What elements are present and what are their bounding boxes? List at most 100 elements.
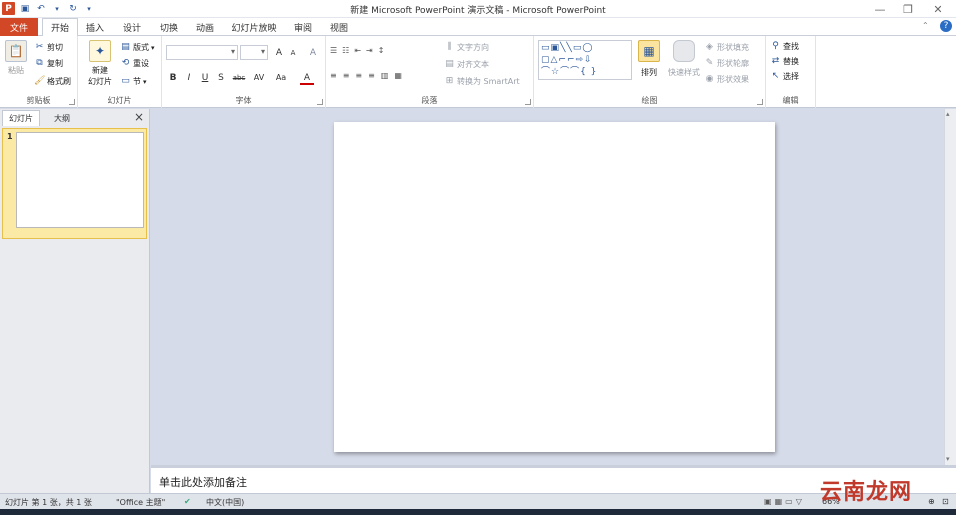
vertical-scrollbar[interactable]: ▴ ▾ (944, 109, 956, 465)
editing-group: ⚲ 查找 ⇄ 替换 ↖ 选择 编辑 (766, 36, 816, 108)
shape-fill-button[interactable]: ◈ 形状填充 (704, 42, 749, 53)
tab-design[interactable]: 设计 (116, 18, 148, 36)
shape-outline-label: 形状轮廓 (717, 59, 749, 68)
new-slide-label-2: 幻灯片 (88, 77, 112, 86)
tab-slides-panel[interactable]: 幻灯片 (2, 110, 40, 126)
view-buttons[interactable]: ▣▦▭▽ (764, 497, 805, 506)
slide-thumbnail-selected[interactable]: 1 (2, 128, 147, 239)
tab-transitions[interactable]: 切换 (154, 18, 184, 36)
cut-button[interactable]: ✂ 剪切 (34, 42, 63, 53)
align-right-icon: ≡ (355, 71, 367, 80)
slide-thumbnail[interactable] (16, 132, 144, 228)
copy-icon: ⧉ (36, 58, 43, 68)
tab-animations[interactable]: 动画 (190, 18, 220, 36)
char-spacing-button[interactable]: AV (250, 71, 268, 85)
copy-label: 复制 (47, 59, 63, 68)
format-painter-button[interactable]: 🖌 格式刷 (34, 76, 71, 87)
normal-view-icon[interactable]: ▣ (764, 497, 775, 506)
paragraph-launcher-icon[interactable] (525, 99, 531, 105)
theme-status[interactable]: "Office 主题" (116, 497, 165, 508)
change-case-button[interactable]: Aa (272, 71, 290, 85)
layout-icon: ▤ (121, 42, 130, 52)
restore-button[interactable]: ❐ (894, 1, 922, 17)
slide-canvas[interactable] (334, 122, 775, 452)
tab-outline-panel[interactable]: 大纲 (42, 110, 82, 126)
shrink-font-button[interactable]: A (286, 46, 300, 60)
replace-button[interactable]: ⇄ 替换 (770, 56, 799, 67)
arrange-button[interactable]: ▦ 排列 (634, 40, 664, 78)
select-button[interactable]: ↖ 选择 (770, 71, 799, 82)
font-color-button[interactable]: A (300, 71, 314, 85)
replace-icon: ⇄ (771, 56, 780, 66)
fit-slide-icon[interactable]: ⊡ (942, 497, 949, 506)
cursor-icon: ↖ (771, 71, 780, 81)
drawing-launcher-icon[interactable] (757, 99, 763, 105)
font-launcher-icon[interactable] (317, 99, 323, 105)
reading-view-icon[interactable]: ▭ (785, 497, 796, 506)
shape-effects-button[interactable]: ◉ 形状效果 (704, 74, 749, 85)
strikethrough-button[interactable]: abc (230, 71, 248, 85)
title-bar: P ▣ ↶ ▾ ↻ ▾ 新建 Microsoft PowerPoint 演示文稿… (0, 0, 956, 18)
shape-outline-button[interactable]: ✎ 形状轮廓 (704, 58, 749, 69)
slideshow-view-icon[interactable]: ▽ (796, 497, 805, 506)
list-buttons[interactable]: ☰ ☷ ⇤ ⇥ ↕ (330, 46, 387, 55)
shadow-button[interactable]: S (214, 71, 228, 85)
section-button[interactable]: ▭ 节 ▾ (120, 76, 146, 87)
window-title: 新建 Microsoft PowerPoint 演示文稿 - Microsoft… (350, 6, 606, 16)
underline-button[interactable]: U (198, 71, 212, 85)
shape-effects-label: 形状效果 (717, 75, 749, 84)
slide-sorter-icon[interactable]: ▦ (775, 497, 786, 506)
font-name-select[interactable] (166, 45, 238, 60)
minimize-button[interactable]: — (866, 1, 894, 17)
text-direction-button[interactable]: ⫼ 文字方向 (444, 42, 489, 53)
help-icon[interactable]: ? (940, 20, 952, 32)
shapes-gallery[interactable]: ▭▣╲╲▭◯ ▢△⌐⌐⇨⇩ ⌒☆⌒⌒{ } (538, 40, 632, 80)
align-text-button[interactable]: ▤ 对齐文本 (444, 59, 489, 70)
quick-styles-icon (673, 40, 695, 62)
new-slide-button[interactable]: ✦ 新建 幻灯片 (82, 40, 118, 87)
find-label: 查找 (783, 42, 799, 51)
reset-button[interactable]: ⟲ 重设 (120, 58, 149, 69)
smartart-button[interactable]: ⊞ 转换为 SmartArt (444, 76, 520, 87)
font-size-select[interactable] (240, 45, 268, 60)
spellcheck-icon[interactable]: ✔ (184, 497, 191, 506)
columns-icon: ▦ (394, 71, 406, 80)
tab-view[interactable]: 视图 (324, 18, 354, 36)
distributed-icon: ▥ (380, 71, 393, 80)
tab-review[interactable]: 审阅 (288, 18, 318, 36)
slides-group-label: 幻灯片 (107, 96, 132, 105)
clipboard-launcher-icon[interactable] (69, 99, 75, 105)
layout-button[interactable]: ▤ 版式 ▾ (120, 42, 154, 53)
clear-format-icon[interactable]: A (306, 46, 320, 60)
copy-button[interactable]: ⧉ 复制 (34, 58, 63, 69)
close-window-button[interactable]: ✕ (924, 1, 952, 17)
quick-styles-button[interactable]: 快速样式 (666, 40, 702, 78)
bold-button[interactable]: B (166, 71, 180, 85)
close-panel-icon[interactable]: × (134, 110, 144, 124)
italic-button[interactable]: I (182, 71, 196, 85)
arrange-label: 排列 (641, 68, 657, 77)
grow-font-button[interactable]: A (272, 46, 286, 60)
language-status[interactable]: 中文(中国) (206, 497, 244, 508)
drawing-group: ▭▣╲╲▭◯ ▢△⌐⌐⇨⇩ ⌒☆⌒⌒{ } ▦ 排列 快速样式 ◈ 形状填充 ✎ 形状轮… (534, 36, 766, 108)
pen-icon: ✎ (705, 58, 714, 68)
ribbon-minimize-icon[interactable]: ⌃ (922, 21, 929, 30)
tab-insert[interactable]: 插入 (80, 18, 110, 36)
slides-panel: 幻灯片 大纲 × 1 (0, 109, 150, 493)
find-button[interactable]: ⚲ 查找 (770, 41, 799, 52)
tab-file[interactable]: 文件 (0, 18, 38, 36)
alignment-buttons[interactable]: ≡ ≡ ≡ ≡ ▥ ▦ (330, 71, 406, 80)
arrange-icon: ▦ (638, 40, 660, 62)
slide-count-status: 幻灯片 第 1 张，共 1 张 (5, 498, 92, 507)
tab-slideshow[interactable]: 幻灯片放映 (228, 18, 280, 36)
scroll-up-icon[interactable]: ▴ (946, 110, 950, 118)
zoom-in-icon[interactable]: ⊕ (928, 497, 935, 506)
clipboard-group: 📋 粘贴 ✂ 剪切 ⧉ 复制 🖌 格式刷 剪贴板 (0, 36, 78, 108)
paste-label: 粘贴 (8, 66, 24, 75)
font-group-label: 字体 (235, 96, 252, 105)
scroll-down-icon[interactable]: ▾ (946, 455, 950, 463)
tab-home[interactable]: 开始 (42, 18, 78, 37)
paste-button[interactable]: 📋 粘贴 (4, 40, 28, 76)
binoculars-icon: ⚲ (772, 41, 779, 51)
text-direction-icon: ⫼ (447, 42, 452, 52)
